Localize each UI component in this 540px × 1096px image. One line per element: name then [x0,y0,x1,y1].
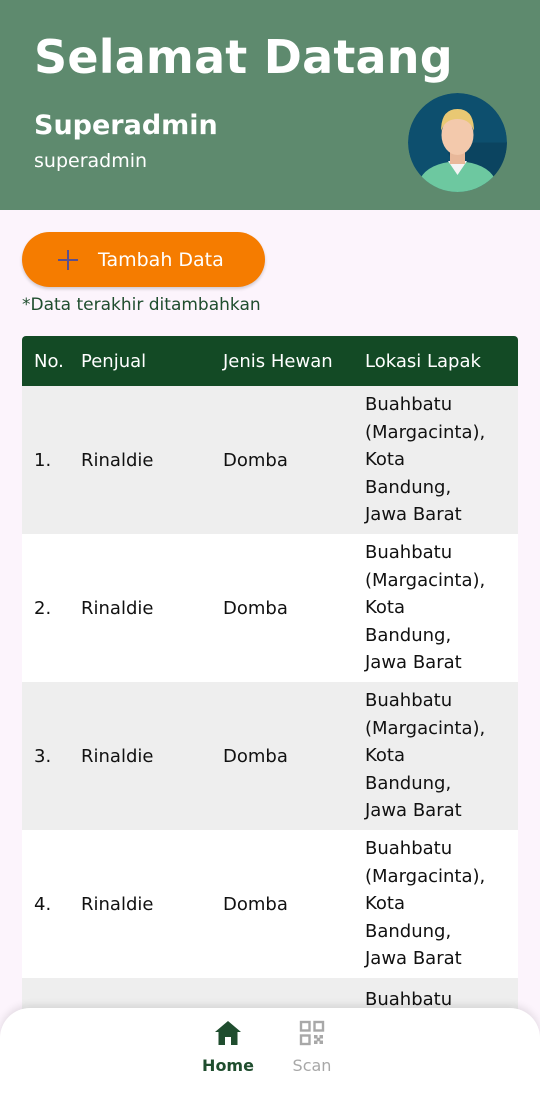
column-header-lokasi-lapak[interactable]: Lokasi Lapak [365,351,518,372]
cell-jenis-hewan: Domba [223,893,288,915]
cell-lokasi-lapak: Buahbatu (Margacinta), Kota Bandung, Jaw… [365,690,486,822]
cell-penjual: Rinaldie [81,893,154,915]
nav-scan[interactable]: Scan [272,1020,352,1075]
cell-no: 4. [34,893,52,915]
table-header: No. Penjual Jenis Hewan Lokasi Lapak [22,336,518,386]
cell-jenis-hewan: Domba [223,597,288,619]
cell-penjual: Rinaldie [81,449,154,471]
cell-lokasi-lapak: Buahbatu (Margacinta), Kota Bandung, Jaw… [365,838,486,970]
cell-lokasi-lapak: Buahbatu (Margacinta), Kota Bandung, Jaw… [365,542,486,674]
last-added-note: *Data terakhir ditambahkan [22,295,261,315]
column-header-jenis-hewan[interactable]: Jenis Hewan [223,351,365,372]
table-row[interactable]: 4. Rinaldie Domba Buahbatu (Margacinta),… [22,830,518,978]
column-header-no[interactable]: No. [22,351,81,372]
cell-lokasi-lapak: Buahbatu (Margacinta), Kota Bandung, Jaw… [365,394,486,526]
qr-code-icon [299,1020,325,1046]
nav-scan-label: Scan [292,1056,332,1075]
nav-home[interactable]: Home [188,1020,268,1075]
page-title: Selamat Datang [34,30,453,84]
home-icon [215,1021,241,1045]
table-row[interactable]: 2. Rinaldie Domba Buahbatu (Margacinta),… [22,534,518,682]
cell-penjual: Rinaldie [81,745,154,767]
user-name: Superadmin [34,110,218,141]
data-table: No. Penjual Jenis Hewan Lokasi Lapak 1. … [22,336,518,1038]
cell-penjual: Rinaldie [81,597,154,619]
cell-no: 2. [34,597,52,619]
nav-home-label: Home [202,1056,254,1075]
table-row[interactable]: 3. Rinaldie Domba Buahbatu (Margacinta),… [22,682,518,830]
cell-no: 1. [34,449,52,471]
add-data-button[interactable]: Tambah Data [22,232,265,287]
header: Selamat Datang Superadmin superadmin [0,0,540,210]
cell-no: 3. [34,745,52,767]
user-avatar-icon[interactable] [408,93,507,192]
table-row[interactable]: 1. Rinaldie Domba Buahbatu (Margacinta),… [22,386,518,534]
column-header-penjual[interactable]: Penjual [81,351,223,372]
add-data-label: Tambah Data [98,248,224,271]
bottom-navigation: Home Scan [0,1008,540,1096]
user-login: superadmin [34,150,148,172]
cell-jenis-hewan: Domba [223,745,288,767]
cell-jenis-hewan: Domba [223,449,288,471]
plus-icon [58,249,78,270]
